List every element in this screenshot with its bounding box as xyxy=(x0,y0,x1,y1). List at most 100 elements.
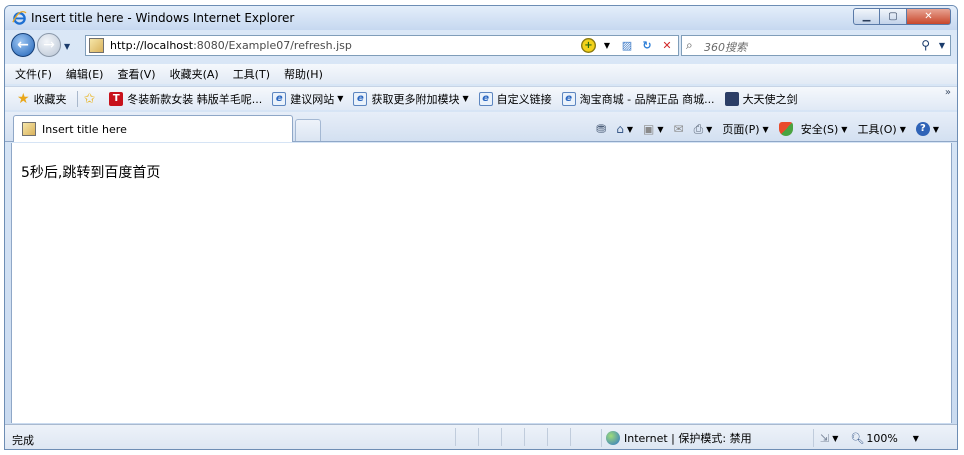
menu-edit[interactable]: 编辑(E) xyxy=(66,66,104,82)
back-button[interactable]: ← xyxy=(11,33,35,57)
favorite-suggested-sites[interactable]: e 建议网站 ▼ xyxy=(272,91,343,107)
pop-up-settings-button[interactable]: ⇲ ▼ xyxy=(820,432,838,445)
favorites-bar: ★ 收藏夹 ✩ T 冬装新款女装 韩版羊毛呢... e 建议网站 ▼ e 获取更… xyxy=(5,86,957,110)
redirect-message: 5秒后,跳转到百度首页 xyxy=(21,165,161,181)
page-icon xyxy=(22,122,36,136)
favorite-custom-links[interactable]: e 自定义链接 xyxy=(478,91,552,107)
more-favorites-icon[interactable]: » xyxy=(945,87,951,98)
status-cells xyxy=(455,428,593,446)
feeds-icon[interactable]: ⛃ xyxy=(596,122,606,136)
menu-tools[interactable]: 工具(T) xyxy=(233,66,270,82)
recent-pages-dropdown-icon[interactable]: ▼ xyxy=(64,42,70,51)
search-provider-icon: ⌕ xyxy=(686,38,693,52)
page-menu[interactable]: 页面(P) ▼ xyxy=(722,121,768,137)
ie-page-icon: e xyxy=(478,91,493,106)
status-cell xyxy=(478,428,501,446)
url-path: :8080/Example07/refresh.jsp xyxy=(193,39,352,52)
address-bar-tools: + ▼ ▨ ↻ ✕ xyxy=(581,37,676,54)
dropdown-arrow-icon: ▼ xyxy=(626,124,633,134)
security-zone-label: Internet | 保护模式: 禁用 xyxy=(624,432,752,445)
tools-menu-label: 工具(O) xyxy=(857,123,897,136)
arrow-left-icon: ← xyxy=(17,37,29,53)
favorite-link-label: 获取更多附加模块 xyxy=(371,92,460,106)
dropdown-arrow-icon: ▼ xyxy=(762,124,769,134)
tools-menu[interactable]: 工具(O) ▼ xyxy=(857,121,905,137)
maximize-button[interactable]: ▢ xyxy=(880,8,907,25)
safety-menu[interactable]: 安全(S) ▼ xyxy=(778,121,847,137)
taobao-t-icon: T xyxy=(109,91,124,106)
page-content: 5秒后,跳转到百度首页 xyxy=(11,143,952,423)
status-cell xyxy=(547,428,570,446)
page-icon xyxy=(89,38,104,53)
refresh-icon[interactable]: ↻ xyxy=(638,37,656,54)
title-bar: Insert title here - Windows Internet Exp… xyxy=(5,6,957,30)
dropdown-arrow-icon: ▼ xyxy=(706,124,713,134)
favorite-get-addons[interactable]: e 获取更多附加模块 ▼ xyxy=(353,91,469,107)
rss-button[interactable]: ▣ ▼ xyxy=(643,122,664,136)
dropdown-arrow-icon: ▼ xyxy=(899,124,906,134)
address-url[interactable]: http://localhost:8080/Example07/refresh.… xyxy=(110,39,352,52)
print-button[interactable]: ⎙ ▼ xyxy=(694,122,713,137)
printer-icon: ⎙ xyxy=(693,121,704,136)
url-host: http://localhost xyxy=(110,39,194,52)
tab-active[interactable]: Insert title here xyxy=(13,115,293,142)
help-menu[interactable]: ? ▼ xyxy=(915,122,939,136)
address-dropdown-icon[interactable]: ▼ xyxy=(598,37,616,54)
favorite-link-label: 冬装新款女装 韩版羊毛呢... xyxy=(127,92,263,106)
favorite-link-label: 淘宝商城 - 品牌正品 商城... xyxy=(579,92,715,106)
page-menu-label: 页面(P) xyxy=(722,123,760,136)
favorite-link-taobao-coat[interactable]: T 冬装新款女装 韩版羊毛呢... xyxy=(109,91,262,107)
globe-icon xyxy=(606,431,620,445)
status-cell xyxy=(524,428,547,446)
dropdown-arrow-icon: ▼ xyxy=(832,433,839,443)
add-to-favorites-button[interactable]: ✩ xyxy=(84,92,100,106)
dropdown-arrow-icon: ▼ xyxy=(912,433,919,443)
status-bar: 完成 Internet | 保护模式: 禁用 ⇲ ▼ 🔍︎ 100% ▼ xyxy=(5,424,957,449)
help-icon: ? xyxy=(915,122,930,136)
status-tools: ⇲ ▼ 🔍︎ 100% ▼ xyxy=(813,429,931,447)
favorite-link-label: 自定义链接 xyxy=(496,92,552,106)
favorite-game[interactable]: 大天使之剑 xyxy=(724,91,798,107)
favorite-link-label: 大天使之剑 xyxy=(742,92,798,106)
favorites-button[interactable]: ★ 收藏夹 xyxy=(17,91,67,107)
menu-favorites[interactable]: 收藏夹(A) xyxy=(170,66,219,82)
stop-icon[interactable]: ✕ xyxy=(658,37,676,54)
zoom-button[interactable]: 🔍︎ 100% xyxy=(850,432,897,445)
address-bar[interactable]: http://localhost:8080/Example07/refresh.… xyxy=(85,35,679,56)
home-button[interactable]: ⌂ ▼ xyxy=(616,122,633,136)
minimize-button[interactable]: ▁ xyxy=(853,8,880,25)
favorite-tmall[interactable]: e 淘宝商城 - 品牌正品 商城... xyxy=(561,91,715,107)
ie-page-icon: e xyxy=(353,91,368,106)
favorites-separator xyxy=(76,90,78,107)
search-options-dropdown-icon[interactable]: ▼ xyxy=(939,41,945,50)
menu-file[interactable]: 文件(F) xyxy=(15,66,52,82)
zoom-level: 100% xyxy=(866,431,898,445)
menu-view[interactable]: 查看(V) xyxy=(117,66,155,82)
menu-help[interactable]: 帮助(H) xyxy=(284,66,323,82)
ie-page-icon: e xyxy=(561,91,576,106)
status-cell xyxy=(570,428,593,446)
game-icon xyxy=(724,91,739,106)
home-icon: ⌂ xyxy=(616,122,624,136)
security-zone[interactable]: Internet | 保护模式: 禁用 xyxy=(601,429,752,447)
mail-button[interactable]: ✉ xyxy=(674,122,684,136)
menu-bar: 文件(F) 编辑(E) 查看(V) 收藏夹(A) 工具(T) 帮助(H) xyxy=(5,64,957,84)
status-cell xyxy=(501,428,524,446)
search-input[interactable]: 360搜索 xyxy=(704,39,747,55)
browser-window: Insert title here - Windows Internet Exp… xyxy=(4,5,958,450)
new-tab-button[interactable] xyxy=(295,119,321,141)
arrow-right-icon: → xyxy=(43,37,55,53)
status-text: 完成 xyxy=(12,434,34,447)
safety-shield-icon xyxy=(778,122,793,136)
close-button[interactable]: ✕ xyxy=(907,8,951,25)
zoom-dropdown-button[interactable]: ▼ xyxy=(910,434,919,443)
status-cell xyxy=(455,428,478,446)
compatibility-view-icon[interactable]: ▨ xyxy=(618,37,636,54)
dropdown-arrow-icon: ▼ xyxy=(657,124,664,134)
security-add-icon[interactable]: + xyxy=(581,38,596,53)
search-box[interactable]: ⌕ 360搜索 ⚲ ▼ xyxy=(681,35,951,56)
search-icon[interactable]: ⚲ xyxy=(921,38,930,52)
forward-button[interactable]: → xyxy=(37,33,61,57)
tab-label: Insert title here xyxy=(42,123,127,136)
star-icon: ★ xyxy=(17,90,30,107)
